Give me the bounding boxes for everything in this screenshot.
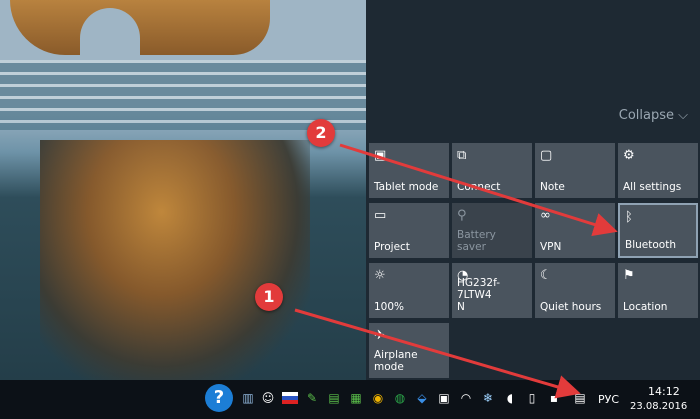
tile-label: Airplane mode: [374, 349, 418, 373]
tile-connect[interactable]: ⧉ Connect: [452, 143, 532, 198]
annotation-marker-1: 1: [255, 283, 283, 311]
battery-icon: ⚲: [457, 208, 467, 223]
tile-airplane-mode[interactable]: ✈ Airplane mode: [369, 323, 449, 378]
smiley-icon[interactable]: ☺: [260, 390, 276, 406]
utility-tray-icon[interactable]: ▦: [348, 390, 364, 406]
network-tray-icon[interactable]: ▥: [240, 390, 256, 406]
wallpaper-rock-arch: [10, 0, 270, 55]
tile-label: 100%: [374, 301, 405, 313]
action-center-icon[interactable]: ▤: [572, 390, 588, 406]
brightness-icon: ☼: [374, 268, 386, 283]
tile-label: VPN: [540, 241, 562, 253]
moon-icon: ☾: [540, 268, 552, 283]
tile-all-settings[interactable]: ⚙ All settings: [618, 143, 698, 198]
wallpaper-reflection: [40, 140, 310, 380]
note-icon: ▢: [540, 148, 553, 163]
torrent-icon[interactable]: ◍: [392, 390, 408, 406]
language-indicator[interactable]: РУС: [598, 393, 619, 406]
tile-quiet-hours[interactable]: ☾ Quiet hours: [535, 263, 615, 318]
tile-battery-saver[interactable]: ⚲ Battery saver: [452, 203, 532, 258]
onedrive-icon[interactable]: ▣: [436, 390, 452, 406]
help-icon[interactable]: ?: [205, 384, 233, 412]
tile-label: Connect: [457, 181, 501, 193]
vpn-icon: ∞: [540, 208, 551, 223]
taskbar: ? ▥ ☺ ✎ ▤ ▦ ◉ ◍ ⬙ ▣ ◠ ❄ ◖ ▯ ▪ ▤ РУС 14:1…: [0, 380, 700, 419]
keyboard-icon[interactable]: ▪: [546, 390, 562, 406]
tile-location[interactable]: ⚑ Location: [618, 263, 698, 318]
connect-icon: ⧉: [457, 148, 467, 163]
tile-vpn[interactable]: ∞ VPN: [535, 203, 615, 258]
tile-label: Battery saver: [457, 229, 496, 253]
tile-label: HG232f-7LTW4 N: [457, 277, 500, 313]
tile-note[interactable]: ▢ Note: [535, 143, 615, 198]
dropbox-icon[interactable]: ⬙: [414, 390, 430, 406]
action-center-panel: Collapse ⌵ ▣ Tablet mode ⧉ Connect ▢ Not…: [366, 0, 700, 380]
volume-icon[interactable]: ◖: [502, 390, 518, 406]
tile-bluetooth[interactable]: ᛒ Bluetooth: [618, 203, 698, 258]
russian-flag-icon[interactable]: [282, 392, 298, 404]
tile-brightness[interactable]: ☼ 100%: [369, 263, 449, 318]
annotation-marker-2: 2: [307, 119, 335, 147]
battery-tray-icon[interactable]: ▯: [524, 390, 540, 406]
tile-project[interactable]: ▭ Project: [369, 203, 449, 258]
tile-label: Location: [623, 301, 668, 313]
bluetooth-icon: ᛒ: [625, 210, 633, 225]
tile-wifi[interactable]: ◔ HG232f-7LTW4 N: [452, 263, 532, 318]
clock-date[interactable]: 23.08.2016: [630, 401, 687, 412]
location-icon: ⚑: [623, 268, 635, 283]
collapse-button[interactable]: Collapse ⌵: [619, 108, 688, 123]
project-icon: ▭: [374, 208, 387, 223]
snowflake-icon[interactable]: ❄: [480, 390, 496, 406]
evernote-icon[interactable]: ✎: [304, 390, 320, 406]
desktop-wallpaper: [0, 0, 366, 380]
wifi-tray-icon[interactable]: ◠: [458, 390, 474, 406]
app-tray-icon[interactable]: ▤: [326, 390, 342, 406]
tile-label: Bluetooth: [625, 239, 676, 251]
tablet-icon: ▣: [374, 148, 387, 163]
tile-label: Tablet mode: [374, 181, 439, 193]
chrome-icon[interactable]: ◉: [370, 390, 386, 406]
wallpaper-waves: [0, 60, 366, 130]
tile-label: Quiet hours: [540, 301, 602, 313]
tile-label: All settings: [623, 181, 682, 193]
tile-tablet-mode[interactable]: ▣ Tablet mode: [369, 143, 449, 198]
airplane-icon: ✈: [374, 328, 385, 343]
tile-label: Note: [540, 181, 565, 193]
clock-time[interactable]: 14:12: [648, 385, 680, 398]
tile-label: Project: [374, 241, 410, 253]
gear-icon: ⚙: [623, 148, 635, 163]
